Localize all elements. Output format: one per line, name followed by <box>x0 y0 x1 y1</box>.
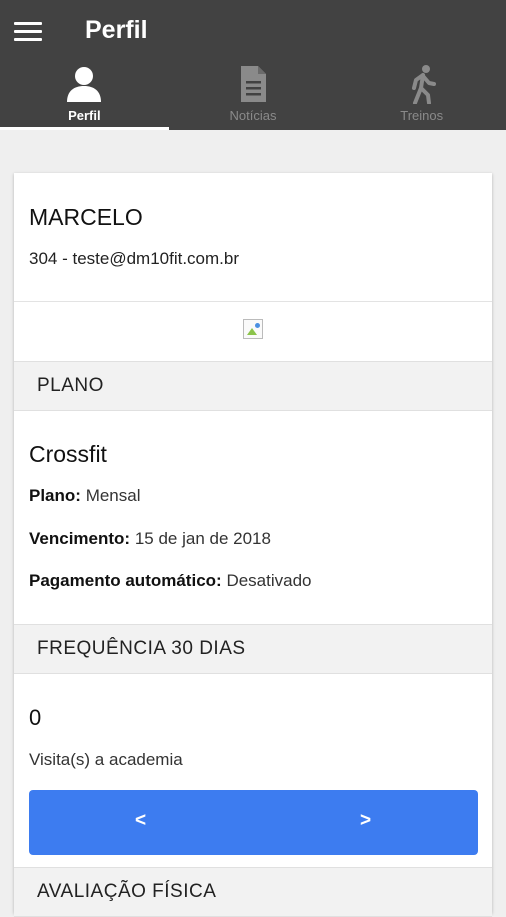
tab-label: Notícias <box>229 108 277 123</box>
autopay-label: Pagamento automático: <box>29 571 222 590</box>
broken-image-icon <box>243 319 263 339</box>
due-date-value: 15 de jan de 2018 <box>134 529 271 548</box>
person-icon <box>67 67 102 102</box>
next-button[interactable]: > <box>360 810 371 832</box>
tab-label: Treinos <box>400 108 444 123</box>
evaluation-section-header: AVALIAÇÃO FÍSICA <box>14 867 492 917</box>
visit-count-label: Visita(s) a academia <box>29 750 183 769</box>
tab-noticias[interactable]: Notícias <box>169 60 338 130</box>
frequency-nav-bar: < > <box>29 790 478 855</box>
page-title: Perfil <box>85 16 148 44</box>
autopay-row: Pagamento automático: Desativado <box>29 571 312 591</box>
tab-perfil[interactable]: Perfil <box>0 60 169 130</box>
document-icon <box>241 66 266 102</box>
tab-bar: Perfil Notícias Treinos <box>0 60 506 130</box>
section-title: PLANO <box>37 375 104 396</box>
app-bar: Perfil Perfil Notícias Treinos <box>0 0 506 130</box>
autopay-value: Desativado <box>226 571 312 590</box>
profile-card: MARCELO 304 - teste@dm10fit.com.br PLANO… <box>14 173 492 917</box>
user-name: MARCELO <box>29 204 143 230</box>
frequency-section-header: FREQUÊNCIA 30 DIAS <box>14 624 492 674</box>
plan-name: Crossfit <box>29 441 107 467</box>
plan-label: Plano: <box>29 486 81 505</box>
due-date-label: Vencimento: <box>29 529 131 548</box>
due-date-row: Vencimento: 15 de jan de 2018 <box>29 529 271 549</box>
previous-button[interactable]: < <box>135 810 146 832</box>
tab-treinos[interactable]: Treinos <box>337 60 506 130</box>
tab-label: Perfil <box>68 108 101 123</box>
user-id-email: 304 - teste@dm10fit.com.br <box>29 249 240 268</box>
divider <box>14 301 492 302</box>
plan-row: Plano: Mensal <box>29 486 141 506</box>
visit-count: 0 <box>29 705 42 730</box>
plan-value: Mensal <box>85 486 141 505</box>
plan-section-header: PLANO <box>14 361 492 411</box>
section-title: FREQUÊNCIA 30 DIAS <box>37 638 246 659</box>
menu-icon[interactable] <box>14 22 42 42</box>
walking-icon <box>411 65 436 104</box>
